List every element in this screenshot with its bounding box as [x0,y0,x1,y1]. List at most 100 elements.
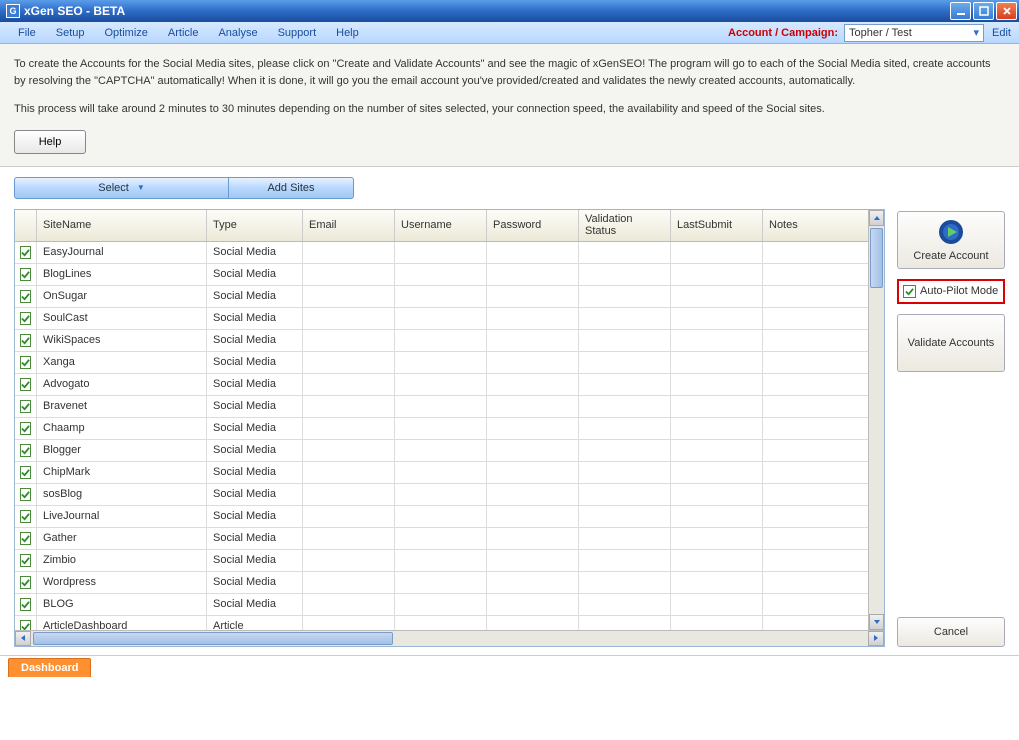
cell-notes [763,308,884,329]
cell-type: Social Media [207,374,303,395]
cell-password [487,462,579,483]
autopilot-label: Auto-Pilot Mode [920,285,998,297]
cell-username [395,506,487,527]
row-checkbox[interactable] [15,616,37,630]
row-checkbox[interactable] [15,572,37,593]
row-checkbox[interactable] [15,594,37,615]
cell-password [487,308,579,329]
account-campaign-dropdown[interactable]: Topher / Test ▾ [844,24,984,42]
row-checkbox[interactable] [15,462,37,483]
table-row[interactable]: EasyJournalSocial Media [15,242,884,264]
table-row[interactable]: XangaSocial Media [15,352,884,374]
vertical-scrollbar[interactable] [868,210,884,630]
table-row[interactable]: ArticleDashboardArticle [15,616,884,630]
description-panel: To create the Accounts for the Social Me… [0,44,1019,167]
table-row[interactable]: SoulCastSocial Media [15,308,884,330]
row-checkbox[interactable] [15,374,37,395]
column-email[interactable]: Email [303,210,395,241]
table-row[interactable]: BravenetSocial Media [15,396,884,418]
cell-type: Social Media [207,506,303,527]
scroll-right-arrow[interactable] [868,631,884,646]
table-row[interactable]: BlogLinesSocial Media [15,264,884,286]
cell-password [487,550,579,571]
create-account-button[interactable]: Create Account [897,211,1005,269]
row-checkbox[interactable] [15,418,37,439]
scroll-up-arrow[interactable] [869,210,884,226]
row-checkbox[interactable] [15,264,37,285]
column-password[interactable]: Password [487,210,579,241]
menu-setup[interactable]: Setup [46,24,95,42]
menu-analyse[interactable]: Analyse [208,24,267,42]
row-checkbox[interactable] [15,286,37,307]
table-row[interactable]: ZimbioSocial Media [15,550,884,572]
row-checkbox[interactable] [15,242,37,263]
cell-username [395,352,487,373]
column-validation-status[interactable]: Validation Status [579,210,671,241]
cell-lastsubmit [671,550,763,571]
column-lastsubmit[interactable]: LastSubmit [671,210,763,241]
menu-support[interactable]: Support [268,24,327,42]
menu-help[interactable]: Help [326,24,369,42]
cell-notes [763,484,884,505]
cell-validation [579,528,671,549]
add-sites-button[interactable]: Add Sites [229,177,354,199]
column-notes[interactable]: Notes [763,210,884,241]
row-checkbox[interactable] [15,308,37,329]
column-checkbox[interactable] [15,210,37,241]
cell-username [395,462,487,483]
table-row[interactable]: AdvogatoSocial Media [15,374,884,396]
cell-lastsubmit [671,242,763,263]
row-checkbox[interactable] [15,440,37,461]
scroll-left-arrow[interactable] [15,631,31,646]
cancel-button[interactable]: Cancel [897,617,1005,647]
menubar: File Setup Optimize Article Analyse Supp… [0,22,1019,44]
edit-link[interactable]: Edit [992,27,1011,39]
cell-validation [579,308,671,329]
cell-validation [579,440,671,461]
row-checkbox[interactable] [15,396,37,417]
validate-accounts-button[interactable]: Validate Accounts [897,314,1005,372]
table-row[interactable]: BLOGSocial Media [15,594,884,616]
column-sitename[interactable]: SiteName [37,210,207,241]
cell-type: Social Media [207,352,303,373]
scroll-down-arrow[interactable] [869,614,884,630]
dashboard-tab[interactable]: Dashboard [8,658,91,677]
table-row[interactable]: ChipMarkSocial Media [15,462,884,484]
help-button[interactable]: Help [14,130,86,154]
horizontal-scrollbar[interactable] [15,630,884,646]
cell-password [487,616,579,630]
cell-sitename: Gather [37,528,207,549]
close-button[interactable] [996,2,1017,20]
table-row[interactable]: GatherSocial Media [15,528,884,550]
maximize-button[interactable] [973,2,994,20]
menu-article[interactable]: Article [158,24,209,42]
cell-lastsubmit [671,506,763,527]
select-dropdown[interactable]: Select ▼ [14,177,229,199]
autopilot-checkbox[interactable]: Auto-Pilot Mode [897,279,1005,304]
menu-file[interactable]: File [8,24,46,42]
row-checkbox[interactable] [15,484,37,505]
table-row[interactable]: LiveJournalSocial Media [15,506,884,528]
table-row[interactable]: BloggerSocial Media [15,440,884,462]
cell-lastsubmit [671,440,763,461]
table-row[interactable]: WordpressSocial Media [15,572,884,594]
minimize-button[interactable] [950,2,971,20]
cell-username [395,484,487,505]
row-checkbox[interactable] [15,330,37,351]
row-checkbox[interactable] [15,528,37,549]
table-row[interactable]: OnSugarSocial Media [15,286,884,308]
cell-type: Social Media [207,286,303,307]
cell-notes [763,242,884,263]
row-checkbox[interactable] [15,506,37,527]
column-type[interactable]: Type [207,210,303,241]
row-checkbox[interactable] [15,550,37,571]
table-row[interactable]: ChaampSocial Media [15,418,884,440]
menu-optimize[interactable]: Optimize [94,24,157,42]
column-username[interactable]: Username [395,210,487,241]
row-checkbox[interactable] [15,352,37,373]
cell-sitename: BlogLines [37,264,207,285]
table-row[interactable]: WikiSpacesSocial Media [15,330,884,352]
table-row[interactable]: sosBlogSocial Media [15,484,884,506]
scroll-thumb-h[interactable] [33,632,393,645]
scroll-thumb[interactable] [870,228,883,288]
